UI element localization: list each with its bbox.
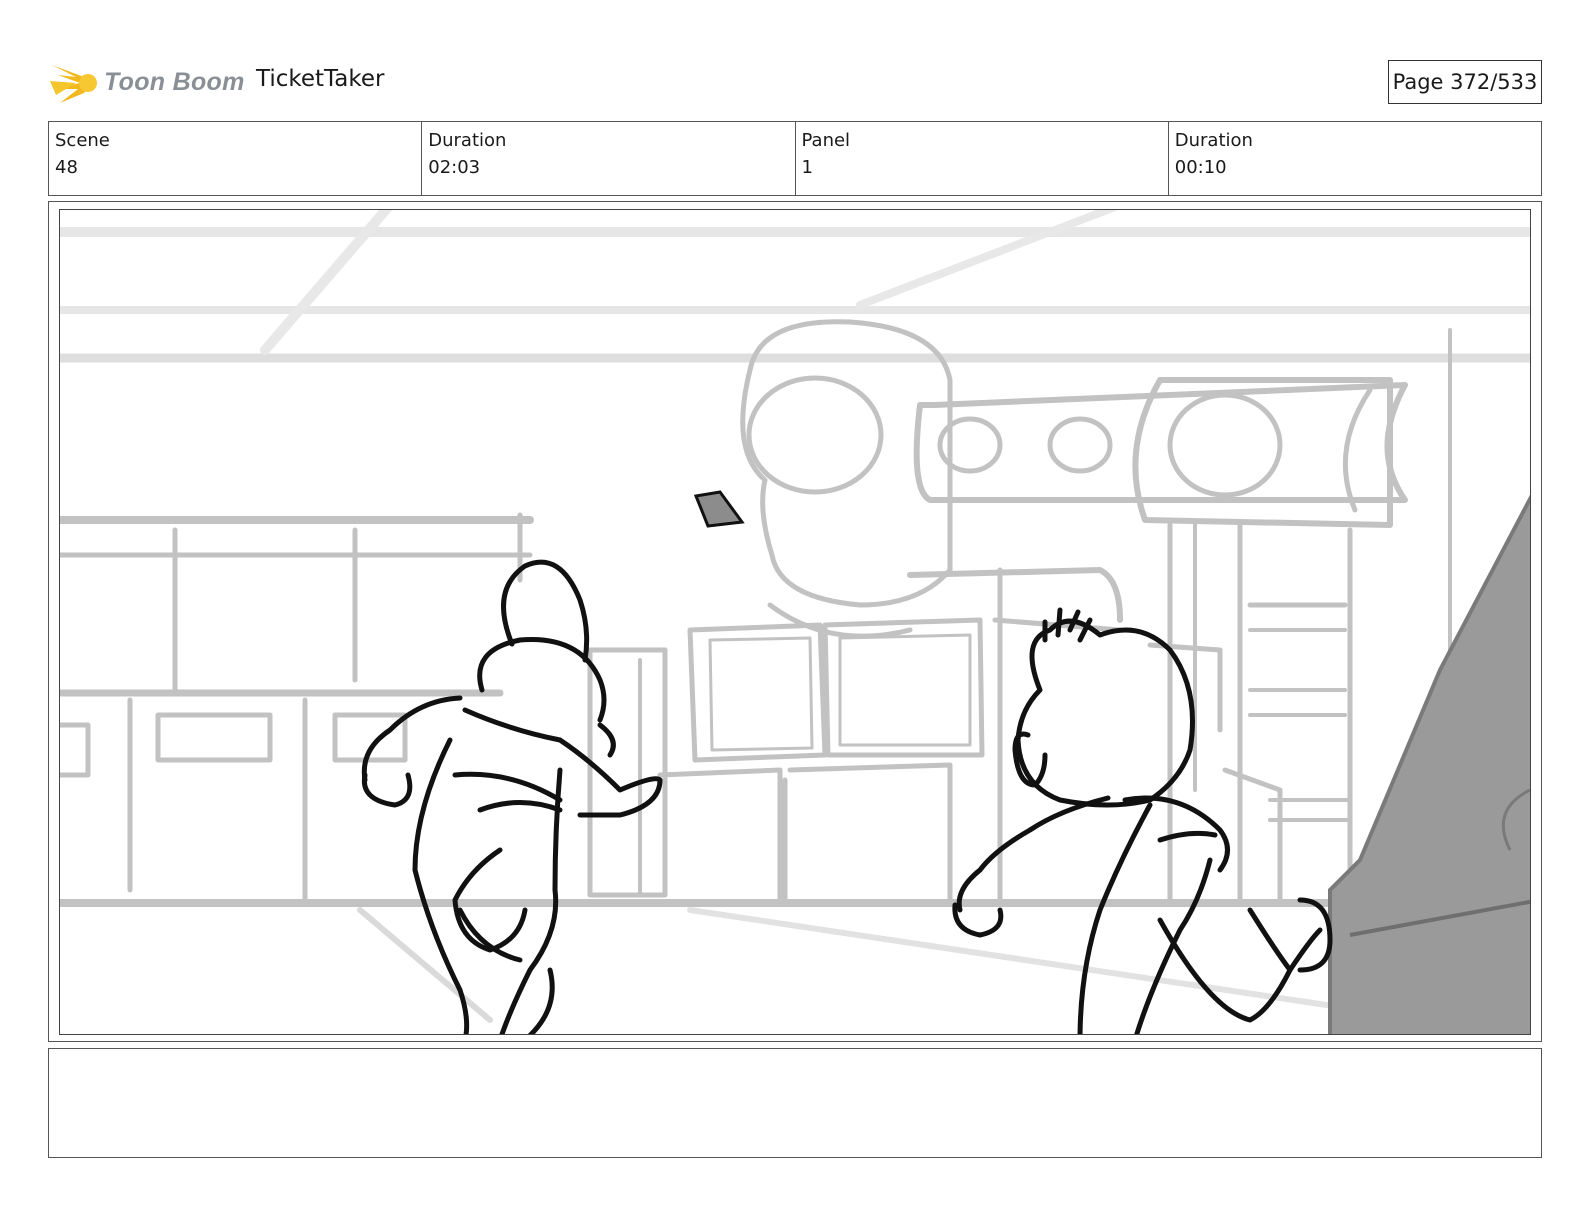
panel-label: Panel (801, 130, 851, 151)
scene-value: 48 (55, 157, 78, 178)
starburst-icon (50, 65, 97, 103)
scene-duration-value: 02:03 (428, 157, 481, 178)
panel-duration-label: Duration (1174, 130, 1253, 151)
background-sketch (60, 210, 1530, 1023)
console-shape (1328, 494, 1530, 1034)
storyboard-sketch (60, 210, 1530, 1034)
scene-duration-cell: Duration 02:03 (422, 122, 796, 195)
logo-wordmark: Toon Boom (104, 67, 245, 96)
storyboard-panel (59, 209, 1531, 1035)
scene-duration-label: Duration (428, 130, 507, 151)
scene-info-table: Scene 48 Duration 02:03 Panel 1 Duration… (48, 121, 1542, 196)
panel-duration-cell: Duration 00:10 (1169, 122, 1541, 195)
panel-cell: Panel 1 (796, 122, 1169, 195)
scene-label: Scene (55, 130, 110, 151)
panel-value: 1 (801, 157, 813, 178)
page-indicator: Page 372/533 (1388, 60, 1542, 104)
toon-boom-logo: Toon Boom (50, 55, 245, 109)
scene-cell: Scene 48 (49, 122, 423, 195)
project-title: TicketTaker (256, 66, 385, 92)
character-b (952, 607, 1333, 1034)
panel-duration-value: 00:10 (1174, 157, 1227, 178)
wedge-sketch (693, 490, 745, 528)
character-a (361, 559, 663, 1034)
panel-notes (48, 1048, 1542, 1158)
